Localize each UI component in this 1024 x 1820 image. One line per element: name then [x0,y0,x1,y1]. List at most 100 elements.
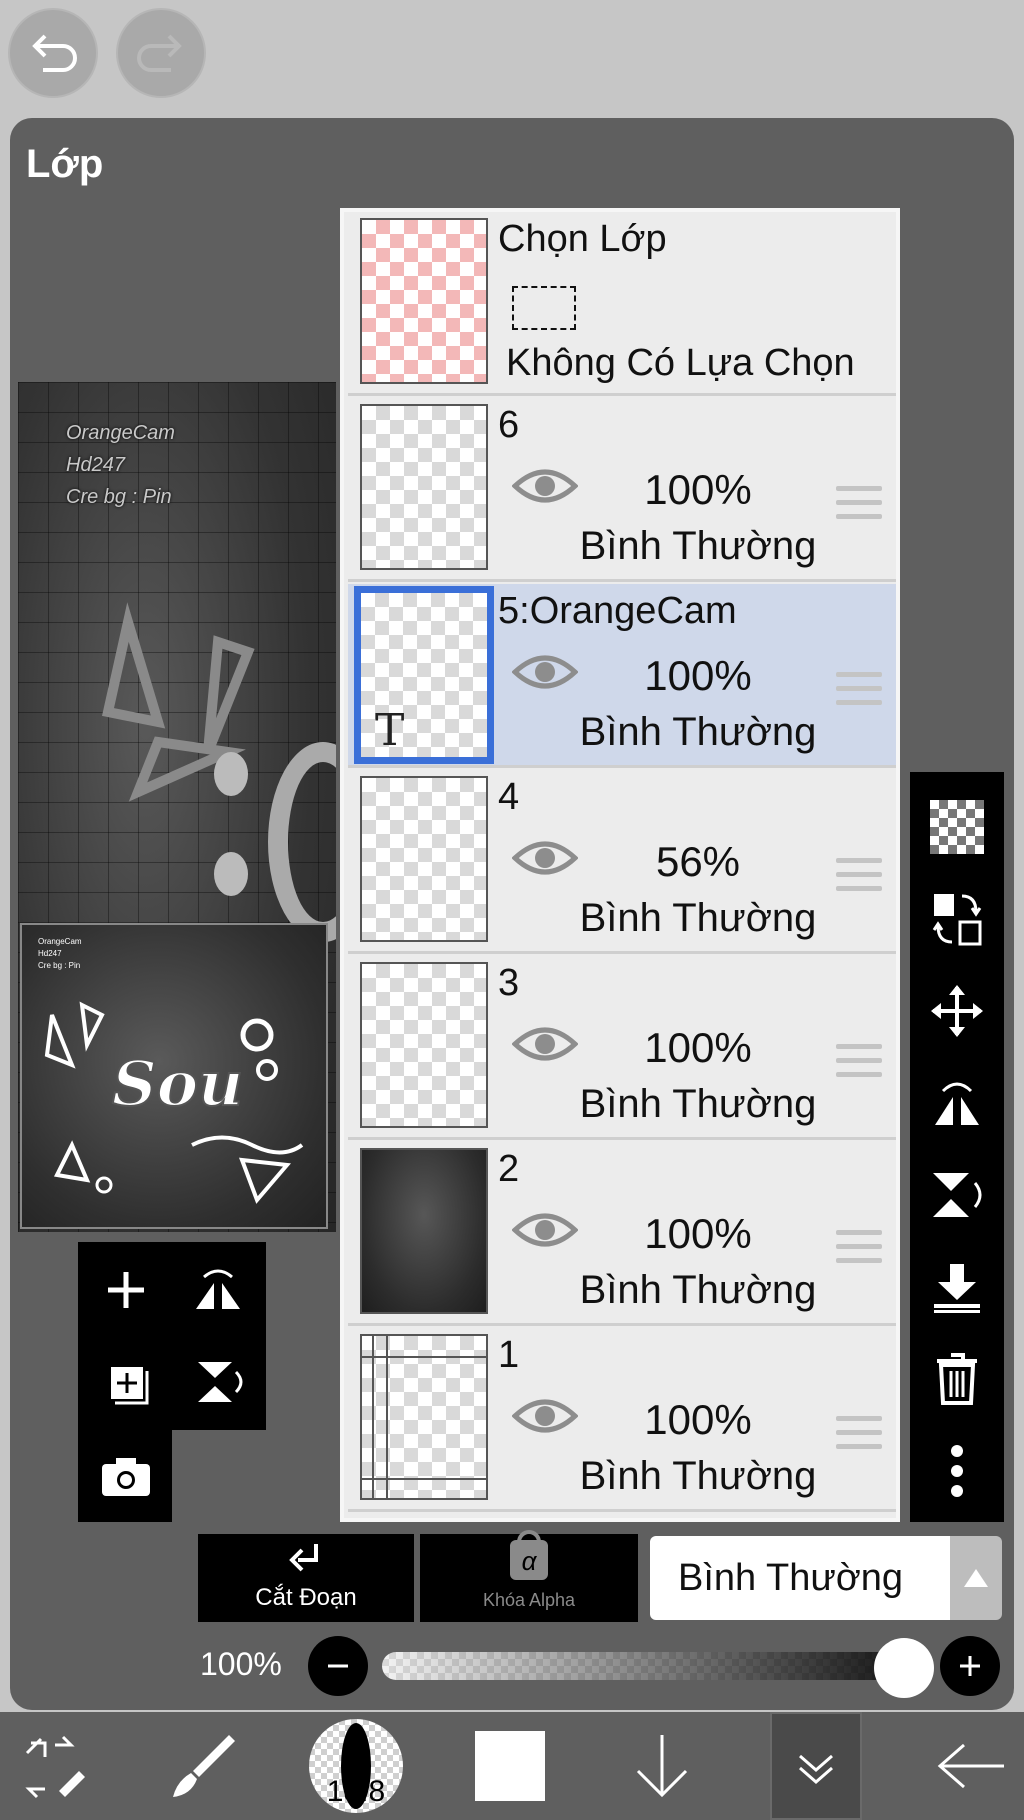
layer-row[interactable]: T 5:OrangeCam 100% Bình Thường [348,584,896,768]
blend-mode-dropdown[interactable] [950,1536,1002,1620]
camera-icon [102,1458,150,1496]
flip-h-icon [196,1269,240,1309]
flip-v-button[interactable] [174,1338,262,1426]
flip-vertical-icon [933,1173,982,1217]
layer-blend-mode: Bình Thường [579,710,817,754]
decoration-shapes [102,602,255,802]
more-icon [951,1445,963,1497]
swap-layer-button[interactable] [910,874,1004,964]
thumb-watermark: Hd247 [38,949,62,958]
layer-opacity: 100% [644,1024,752,1071]
eye-icon[interactable] [512,838,578,878]
clipping-label: Cắt Đoạn [255,1584,357,1611]
camera-button[interactable] [82,1432,170,1520]
redo-button[interactable] [116,8,206,98]
layer-row[interactable]: 3 100% Bình Thường [348,956,896,1140]
move-down-button[interactable] [622,1712,702,1820]
flip-v-icon [198,1362,243,1402]
add-copy-button[interactable] [82,1338,170,1426]
merge-down-button[interactable] [910,1242,1004,1332]
marquee-icon [512,286,576,330]
layers-icon [799,1754,833,1784]
selection-layer-row[interactable]: Chọn Lớp Không Có Lựa Chọn [348,212,896,396]
layer-opacity: 56% [655,838,741,885]
layer-list[interactable]: Chọn Lớp Không Có Lựa Chọn 6 100% Bình T… [340,208,900,1522]
drag-handle-icon[interactable] [836,1044,882,1086]
layer-row[interactable]: 4 56% Bình Thường [348,770,896,954]
layer-row[interactable]: 2 100% Bình Thường [348,1142,896,1326]
opacity-slider[interactable] [382,1652,902,1680]
eye-icon[interactable] [512,1024,578,1064]
brush-icon [173,1735,235,1797]
brush-size-value: 18.8 [326,1775,386,1808]
trash-icon [937,1353,977,1405]
more-button[interactable] [910,1426,1004,1516]
add-layer-icon [108,1272,144,1308]
add-layer-button[interactable] [82,1246,170,1334]
layer-blend-mode: Bình Thường [579,1454,817,1498]
layer-row[interactable]: 6 100% Bình Thường [348,398,896,582]
layer-name: 3 [498,962,520,1004]
back-icon [937,1743,1004,1789]
drag-handle-icon[interactable] [836,1416,882,1458]
merge-down-icon [934,1264,980,1313]
layer-thumbnail [360,776,488,942]
canvas-thumbnail[interactable]: OrangeCam Hd247 Cre bg : Pin Sou [20,923,328,1229]
move-button[interactable] [910,966,1004,1056]
opacity-slider-thumb[interactable] [874,1638,934,1698]
clipping-button[interactable]: Cắt Đoạn [198,1534,414,1622]
flip-h-button[interactable] [174,1246,262,1334]
eye-icon[interactable] [512,652,578,692]
layer-thumbnail [360,962,488,1128]
move-icon [931,985,983,1037]
undo-icon [32,34,77,72]
dot-decoration [214,852,248,896]
opacity-increase-button[interactable] [940,1636,1000,1696]
selection-layer-title: Chọn Lớp [498,218,667,260]
svg-text:Sou: Sou [112,1047,243,1120]
layer-name: 5:OrangeCam [498,590,737,632]
brush-size-icon: 18.8 [309,1719,403,1813]
layer-opacity: 100% [644,1396,752,1443]
back-button[interactable] [928,1712,1012,1820]
layer-name: 4 [498,776,520,818]
color-swatch-button[interactable] [474,1712,546,1820]
thumb-watermark: Cre bg : Pin [38,961,81,970]
opacity-decrease-button[interactable] [308,1636,368,1696]
layer-blend-mode: Bình Thường [579,896,817,940]
opacity-label: 100% [200,1646,282,1682]
layer-blend-mode: Bình Thường [579,524,817,568]
drag-handle-icon[interactable] [836,858,882,900]
panel-title: Lớp [26,142,104,186]
layer-name: 6 [498,404,520,446]
add-copy-icon [111,1367,149,1405]
watermark-line: OrangeCam [66,422,175,444]
clip-arrow-icon [289,1544,318,1572]
thumb-watermark: OrangeCam [38,937,82,946]
flip-horizontal-button[interactable] [910,1058,1004,1148]
selection-thumbnail [360,218,488,384]
selection-tools-button[interactable] [14,1712,94,1820]
drag-handle-icon[interactable] [836,672,882,714]
layer-row[interactable]: 1 100% Bình Thường [348,1328,896,1512]
undo-button[interactable] [8,8,98,98]
eye-icon[interactable] [512,1396,578,1436]
layer-opacity: 100% [644,466,752,513]
layers-button[interactable] [770,1712,862,1820]
brush-button[interactable] [164,1712,244,1820]
blend-mode-value: Bình Thường [678,1556,904,1599]
layer-blend-mode: Bình Thường [579,1268,817,1312]
drag-handle-icon[interactable] [836,486,882,528]
drag-handle-icon[interactable] [836,1230,882,1272]
eye-icon[interactable] [512,1210,578,1250]
transparency-button[interactable] [910,782,1004,872]
redo-icon [137,34,182,72]
alpha-lock-label: Khóa Alpha [482,1590,576,1610]
blend-mode-select[interactable]: Bình Thường [650,1536,950,1620]
delete-layer-button[interactable] [910,1334,1004,1424]
brush-size-button[interactable]: 18.8 [308,1712,404,1820]
selection-tools-icon [25,1735,85,1799]
eye-icon[interactable] [512,466,578,506]
flip-vertical-button[interactable] [910,1150,1004,1240]
alpha-lock-button[interactable]: α Khóa Alpha [420,1530,638,1622]
